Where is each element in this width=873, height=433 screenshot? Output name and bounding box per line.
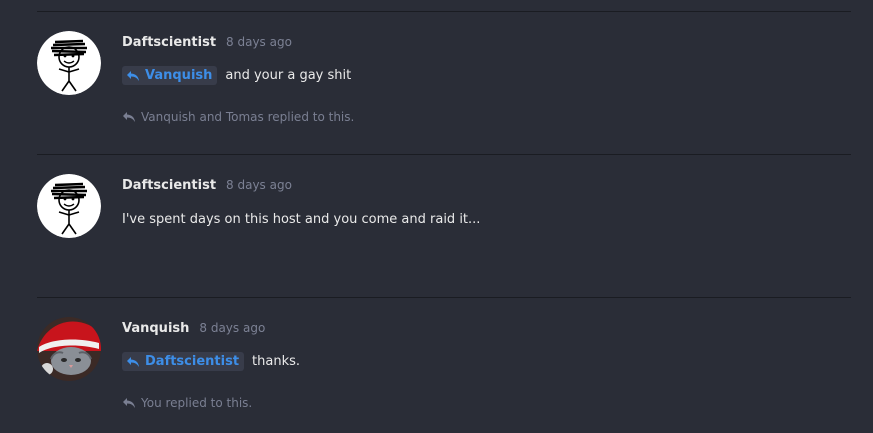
avatar[interactable]: [37, 174, 101, 238]
reply-arrow-icon: [123, 398, 135, 408]
username[interactable]: Daftscientist: [122, 35, 216, 50]
reply-arrow-icon: [127, 356, 139, 367]
comment-body: I've spent days on this host and you com…: [122, 212, 480, 227]
comment-body: Daftscientist thanks.: [122, 352, 300, 371]
replied-text: Vanquish and Tomas replied to this.: [141, 110, 355, 124]
reply-arrow-icon: [123, 112, 135, 122]
mention-name: Vanquish: [145, 68, 213, 83]
reply-mention-link[interactable]: Vanquish: [122, 66, 218, 85]
comment-meta: Daftscientist 8 days ago: [122, 35, 292, 50]
reply-arrow-icon: [127, 70, 139, 81]
comment-meta: Daftscientist 8 days ago: [122, 178, 292, 193]
username[interactable]: Daftscientist: [122, 178, 216, 193]
santa-cat-avatar-icon: [37, 317, 101, 381]
replied-to-link[interactable]: You replied to this.: [122, 396, 252, 410]
timestamp[interactable]: 8 days ago: [226, 178, 292, 192]
avatar[interactable]: [37, 317, 101, 381]
stick-figure-avatar-icon: [37, 174, 101, 238]
mention-name: Daftscientist: [145, 354, 240, 369]
comment-divider: [37, 11, 851, 12]
timestamp[interactable]: 8 days ago: [199, 321, 265, 335]
comment-text: and your a gay shit: [225, 68, 352, 83]
replied-text: You replied to this.: [141, 396, 253, 410]
avatar[interactable]: [37, 31, 101, 95]
reply-mention-link[interactable]: Daftscientist: [122, 352, 245, 371]
comment-text: I've spent days on this host and you com…: [122, 212, 481, 227]
comment-divider: [37, 297, 851, 298]
comment-body: Vanquish and your a gay shit: [122, 66, 351, 85]
comment-divider: [37, 154, 851, 155]
comment-meta: Vanquish 8 days ago: [122, 321, 265, 336]
comment-text: thanks.: [252, 354, 301, 369]
timestamp[interactable]: 8 days ago: [226, 35, 292, 49]
replied-to-link[interactable]: Vanquish and Tomas replied to this.: [122, 110, 354, 124]
username[interactable]: Vanquish: [122, 321, 189, 336]
stick-figure-avatar-icon: [37, 31, 101, 95]
